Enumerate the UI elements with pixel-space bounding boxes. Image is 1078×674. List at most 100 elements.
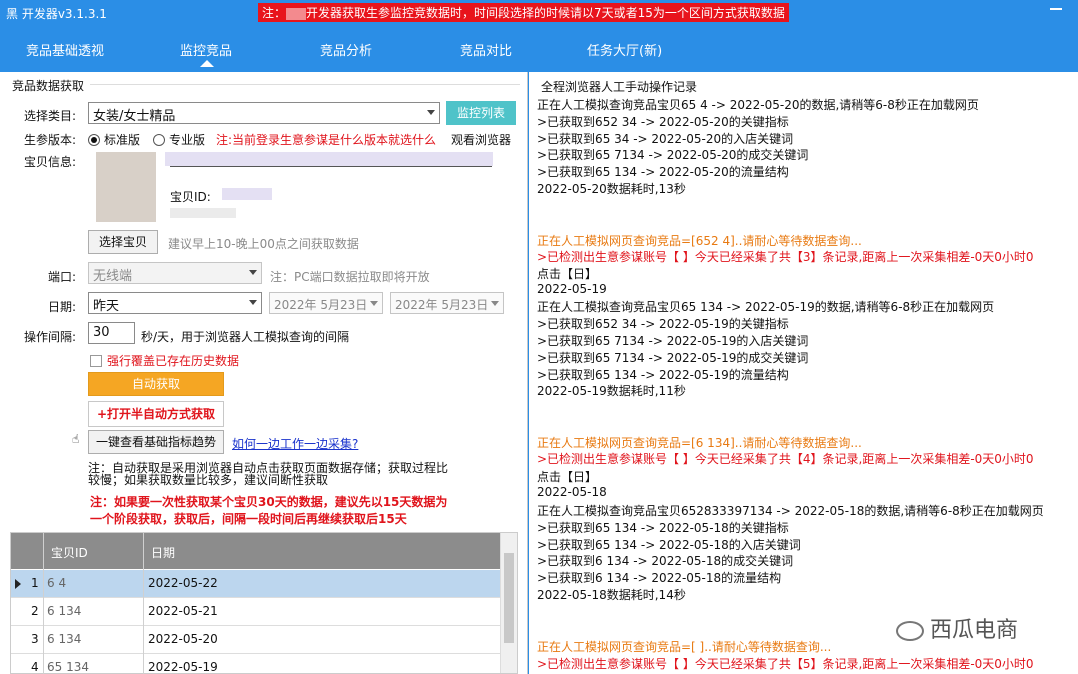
log-line: 正在人工模拟查询竞品宝贝652833397134 -> 2022-05-18的数… xyxy=(537,504,1044,518)
minimize-button[interactable] xyxy=(1050,8,1062,10)
log-line: >已获取到65 7134 -> 2022-05-19的成交关键词 xyxy=(537,351,809,365)
table-row[interactable]: 3 6 134 2022-05-20 xyxy=(11,626,501,654)
log-line: 2022-05-20数据耗时,13秒 xyxy=(537,182,686,196)
col-header-id: 宝贝ID xyxy=(51,546,88,560)
nav-item-basic[interactable]: 竞品基础透视 xyxy=(26,40,104,59)
date-value: 昨天 xyxy=(93,299,120,314)
title-underline xyxy=(170,166,492,167)
group-title: 竞品数据获取 xyxy=(12,79,85,93)
title-bar: 黑 开发器v3.1.3.1 注： 开发器获取生参监控竞数据时，时间段选择的时候请以… xyxy=(0,0,1078,26)
port-note: 注：PC端口数据拉取即将开放 xyxy=(270,270,430,284)
watermark-text: 西瓜电商 xyxy=(930,618,1019,643)
log-title: 全程浏览器人工手动操作记录 xyxy=(541,80,698,94)
version-label: 生参版本: xyxy=(24,133,77,147)
row-date: 2022-05-20 xyxy=(148,632,218,646)
scrollbar-thumb[interactable] xyxy=(504,553,514,643)
grid-header: 宝贝ID 日期 xyxy=(11,533,501,569)
row-number: 4 xyxy=(31,660,39,674)
date-to-value: 2022年 5月23日 xyxy=(395,298,489,312)
redacted-baby-id xyxy=(222,188,272,200)
date-to-picker[interactable]: 2022年 5月23日 xyxy=(390,292,504,314)
view-browser-link[interactable]: 观看浏览器 xyxy=(451,131,511,148)
interval-hint: 秒/天，用于浏览器人工模拟查询的间隔 xyxy=(141,330,350,344)
help-link[interactable]: 如何一边工作一边采集? xyxy=(232,435,358,452)
result-grid: 宝贝ID 日期 1 6 4 2022-05-22 2 6 134 2022-05… xyxy=(10,532,518,674)
overwrite-label: 强行覆盖已存在历史数据 xyxy=(107,354,240,368)
monitor-list-button[interactable]: 监控列表 xyxy=(446,101,516,125)
port-label: 端口: xyxy=(48,270,77,284)
log-line: >已获取到65 7134 -> 2022-05-19的入店关键词 xyxy=(537,334,809,348)
nav-item-analysis[interactable]: 竞品分析 xyxy=(320,40,372,59)
log-line: >已检测出生意参谋账号【 】今天已经采集了共【5】条记录,距离上一次采集相差-0… xyxy=(537,657,1034,671)
version-pro-radio[interactable]: 专业版 xyxy=(153,131,205,148)
chevron-down-icon xyxy=(491,301,499,306)
table-row[interactable]: 4 65 134 2022-05-19 xyxy=(11,654,501,674)
version-note: 注:当前登录生意参谋是什么版本就选什么 xyxy=(216,133,437,147)
redacted-block xyxy=(286,7,307,20)
category-value: 女装/女士精品 xyxy=(93,109,176,124)
log-line: 点击【日】 xyxy=(537,470,598,484)
checkbox-icon xyxy=(90,355,102,367)
select-baby-button[interactable]: 选择宝贝 xyxy=(88,230,158,254)
auto-fetch-button[interactable]: 自动获取 xyxy=(88,372,224,396)
version-standard-radio[interactable]: 标准版 xyxy=(88,131,140,148)
chevron-down-icon xyxy=(427,110,435,115)
nav-item-task-hall[interactable]: 任务大厅(新) xyxy=(587,40,662,59)
row-number: 1 xyxy=(31,576,39,590)
log-line: 点击【日】 xyxy=(537,267,598,281)
interval-input[interactable]: 30 xyxy=(88,322,135,344)
note-line-2: 较慢；如果获取数量比较多，建议间断性获取 xyxy=(88,473,329,487)
overwrite-checkbox[interactable]: 强行覆盖已存在历史数据 xyxy=(90,352,239,369)
log-line: >已获取到65 7134 -> 2022-05-20的成交关键词 xyxy=(537,148,809,162)
log-line: >已获取到652 34 -> 2022-05-20的关键指标 xyxy=(537,115,789,129)
log-line: 正在人工模拟网页查询竞品=[ ]..请耐心等待数据查询... xyxy=(537,640,832,654)
row-date: 2022-05-19 xyxy=(148,660,218,674)
baby-id-label: 宝贝ID: xyxy=(170,190,211,204)
log-line: >已获取到65 134 -> 2022-05-19的流量结构 xyxy=(537,368,789,382)
notice-prefix: 注： xyxy=(262,6,287,20)
category-select[interactable]: 女装/女士精品 xyxy=(88,102,440,124)
warning-line-1: 注：如果要一次性获取某个宝贝30天的数据，建议先以15天数据为 xyxy=(90,495,448,509)
interval-label: 操作间隔: xyxy=(24,330,77,344)
left-panel: 竞品数据获取 选择类目: 女装/女士精品 监控列表 生参版本: 标准版 专业版 … xyxy=(0,72,528,674)
log-line: >已获取到6 134 -> 2022-05-18的流量结构 xyxy=(537,571,782,585)
radio-unchecked-icon xyxy=(153,134,165,146)
select-hint: 建议早上10-晚上00点之间获取数据 xyxy=(168,237,359,251)
warning-line-2: 一个阶段获取，获取后，间隔一段时间后再继续获取后15天 xyxy=(90,512,407,526)
log-line: >已获取到652 34 -> 2022-05-19的关键指标 xyxy=(537,317,789,331)
grid-scrollbar[interactable] xyxy=(500,533,517,673)
table-row[interactable]: 1 6 4 2022-05-22 xyxy=(11,570,501,598)
log-line: 2022-05-19 xyxy=(537,282,607,296)
radio-checked-icon xyxy=(88,134,100,146)
port-select[interactable]: 无线端 xyxy=(88,262,262,284)
nav-item-monitor[interactable]: 监控竞品 xyxy=(180,40,232,59)
chevron-down-icon xyxy=(249,270,257,275)
active-tab-indicator xyxy=(200,60,214,67)
row-date: 2022-05-21 xyxy=(148,604,218,618)
row-id: 6 134 xyxy=(47,604,82,618)
date-label: 日期: xyxy=(48,300,77,314)
row-id: 6 4 xyxy=(47,576,67,590)
trend-button[interactable]: 一键查看基础指标趋势 xyxy=(88,430,224,454)
log-line: >已获取到6 134 -> 2022-05-18的成交关键词 xyxy=(537,554,794,568)
grid-divider xyxy=(143,533,144,674)
baby-info-label: 宝贝信息: xyxy=(24,155,77,169)
log-line: 2022-05-18 xyxy=(537,485,607,499)
log-line: >已获取到65 134 -> 2022-05-20的流量结构 xyxy=(537,165,789,179)
chevron-down-icon xyxy=(370,301,378,306)
log-line: >已获取到65 134 -> 2022-05-18的入店关键词 xyxy=(537,538,801,552)
log-line: >已获取到65 134 -> 2022-05-18的关键指标 xyxy=(537,521,789,535)
table-row[interactable]: 2 6 134 2022-05-21 xyxy=(11,598,501,626)
version-standard-label: 标准版 xyxy=(104,133,141,147)
date-from-picker[interactable]: 2022年 5月23日 xyxy=(269,292,383,314)
log-line: 正在人工模拟查询竞品宝贝65 4 -> 2022-05-20的数据,请稍等6-8… xyxy=(537,98,979,112)
log-line: 2022-05-19数据耗时,11秒 xyxy=(537,384,686,398)
nav-item-compare[interactable]: 竞品对比 xyxy=(460,40,512,59)
log-line: >已获取到65 34 -> 2022-05-20的入店关键词 xyxy=(537,132,794,146)
group-divider xyxy=(90,84,520,85)
row-date: 2022-05-22 xyxy=(148,576,218,590)
interval-value: 30 xyxy=(93,325,110,340)
semi-auto-button[interactable]: +打开半自动方式获取 xyxy=(88,401,224,427)
app-title: 黑 开发器v3.1.3.1 xyxy=(6,7,107,21)
date-preset-select[interactable]: 昨天 xyxy=(88,292,262,314)
